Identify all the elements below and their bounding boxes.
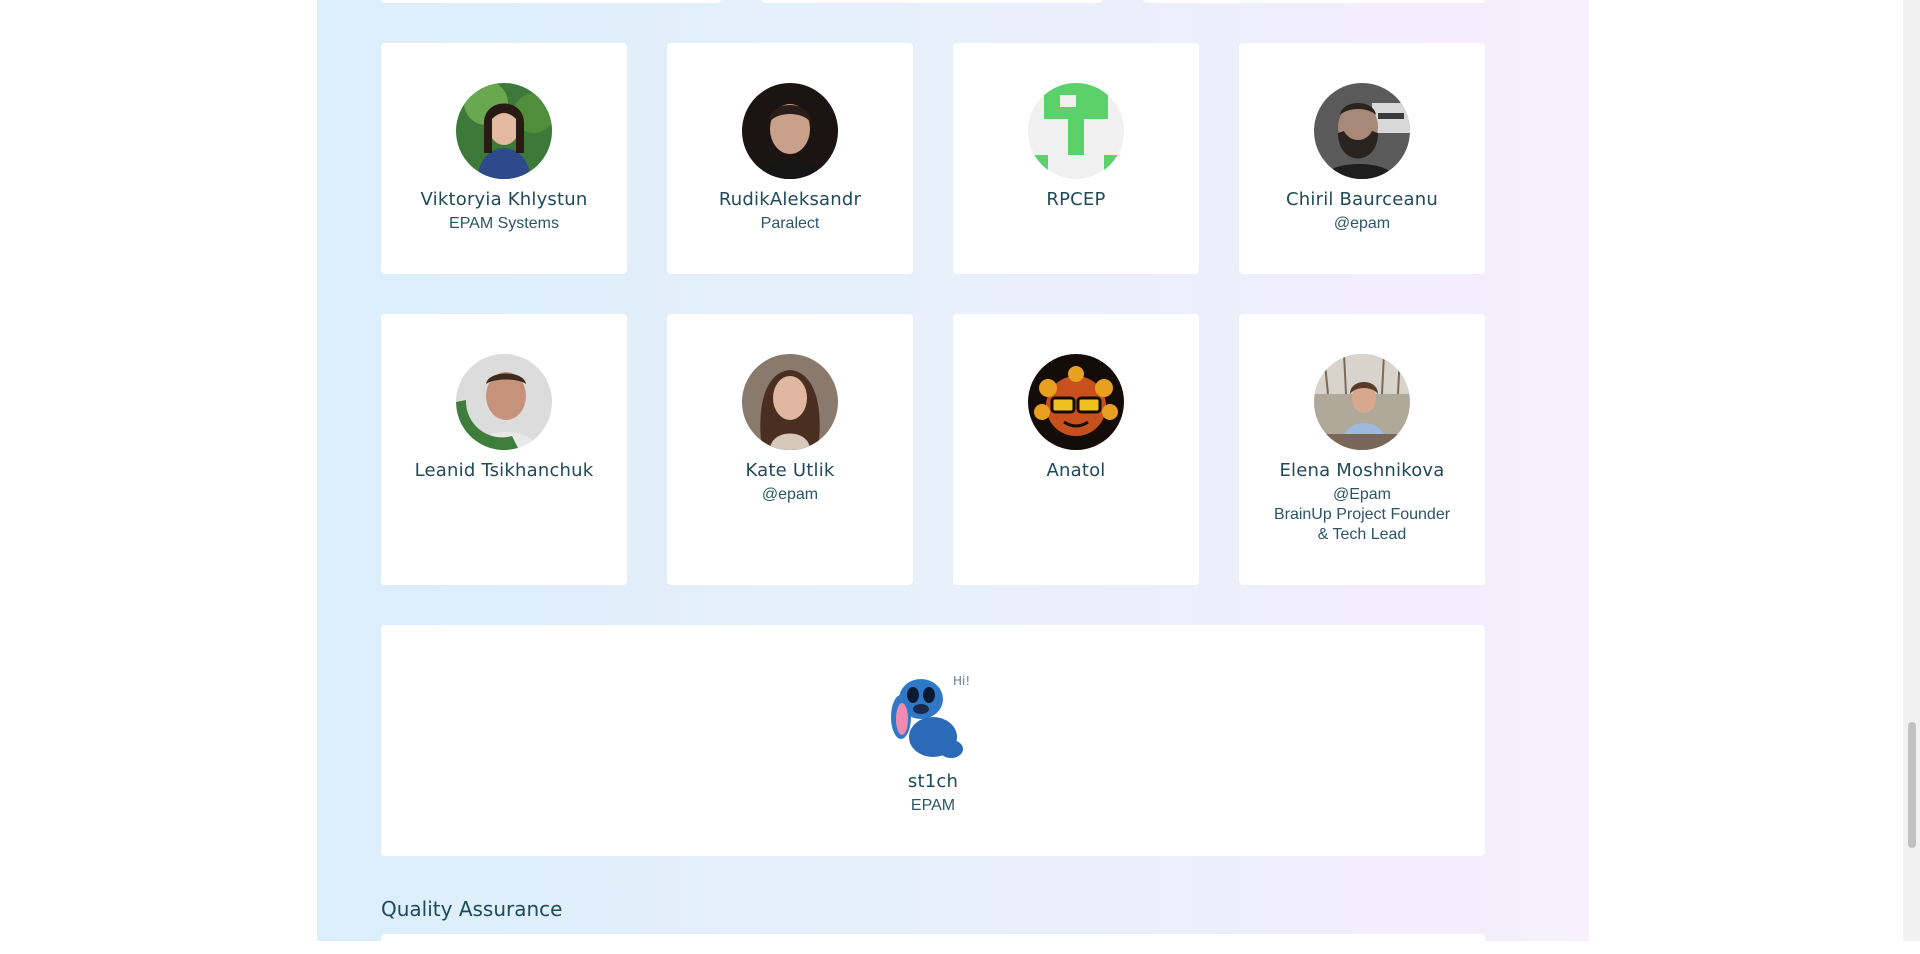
contributor-name: RudikAleksandr <box>718 189 862 210</box>
avatar <box>742 83 838 179</box>
contributor-name: Chiril Baurceanu <box>1286 189 1438 210</box>
section-title: Quality Assurance <box>381 897 563 921</box>
contributor-company: EPAM Systems <box>449 215 559 232</box>
previous-card-2 <box>762 0 1102 3</box>
contributor-name: st1ch <box>907 771 959 792</box>
contributor-card[interactable]: Anatol <box>953 314 1199 585</box>
avatar <box>456 354 552 450</box>
contributor-card-wide[interactable]: Hi! st1ch EPAM <box>381 625 1485 856</box>
avatar <box>742 354 838 450</box>
contributor-name: Anatol <box>1046 460 1106 481</box>
contributor-company: @epam <box>1333 215 1391 232</box>
contributor-name: Leanid Tsikhanchuk <box>414 460 594 481</box>
contributor-card[interactable]: Elena Moshnikova @Epam BrainUp Project F… <box>1239 314 1485 585</box>
contributor-company: EPAM <box>910 797 956 814</box>
contributor-card[interactable]: RPCEP <box>953 43 1199 274</box>
next-section-card <box>381 934 1485 954</box>
contributor-company: @epam <box>761 486 819 503</box>
contributor-company: @Epam <box>1332 486 1392 503</box>
contributor-name: RPCEP <box>1046 189 1106 210</box>
avatar <box>1028 354 1124 450</box>
contributor-bio-line: & Tech Lead <box>1317 526 1407 543</box>
avatar <box>1314 83 1410 179</box>
contributor-name: Elena Moshnikova <box>1279 460 1445 481</box>
contributor-company: Paralect <box>760 215 820 232</box>
contributor-name: Kate Utlik <box>745 460 835 481</box>
avatar: Hi! <box>891 665 975 761</box>
contributor-card[interactable]: RudikAleksandr Paralect <box>667 43 913 274</box>
avatar <box>1314 354 1410 450</box>
contributor-card[interactable]: Chiril Baurceanu @epam <box>1239 43 1485 274</box>
previous-card-3 <box>1143 0 1485 3</box>
scrollbar-thumb[interactable] <box>1908 722 1916 848</box>
contributor-card[interactable]: Viktoryia Khlystun EPAM Systems <box>381 43 627 274</box>
avatar-caption: Hi! <box>953 674 970 688</box>
contributor-bio-line: BrainUp Project Founder <box>1273 506 1451 523</box>
contributor-card[interactable]: Kate Utlik @epam <box>667 314 913 585</box>
contributor-card[interactable]: Leanid Tsikhanchuk <box>381 314 627 585</box>
avatar <box>456 83 552 179</box>
avatar <box>1028 83 1124 179</box>
previous-card-1 <box>381 0 721 3</box>
contributor-name: Viktoryia Khlystun <box>420 189 588 210</box>
